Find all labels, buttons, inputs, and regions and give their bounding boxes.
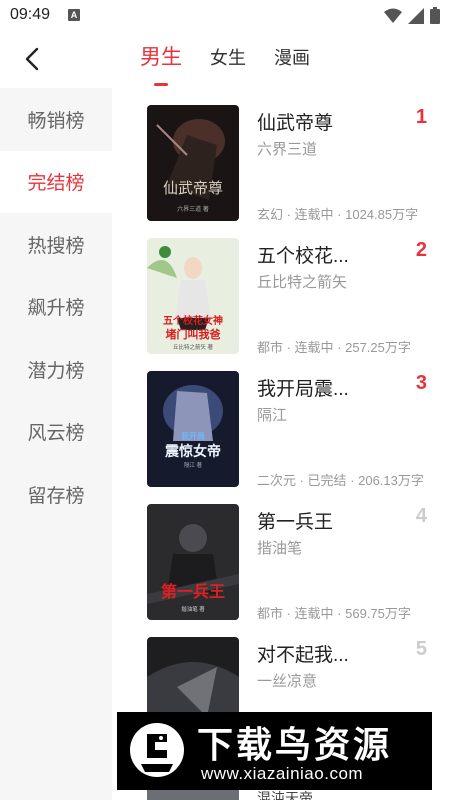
book-list: 仙武帝尊 六界三道 著 仙武帝尊 六界三道 玄幻 · 连载中 · 1024.85… [112, 88, 450, 800]
rank-number: 2 [415, 239, 427, 261]
system-icons [384, 7, 440, 24]
back-arrow-icon[interactable] [18, 44, 48, 74]
next-book-cover[interactable] [147, 790, 239, 800]
watermark-url: www.xiazainiao.com [201, 764, 364, 783]
tab-male[interactable]: 男生 [140, 44, 182, 86]
book-item[interactable]: 我开局 震惊女帝 隔江 著 我开局震... 隔江 二次元 · 已完结 · 206… [112, 354, 450, 488]
book-author: 六界三道 [257, 141, 318, 158]
cover-title-text: 五个校花女神 [163, 314, 223, 327]
bird-logo-icon [130, 723, 184, 777]
cover-title-text: 我开局 [181, 431, 205, 441]
book-item[interactable]: 第一兵王 揩油笔 著 第一兵王 揩油笔 都市 · 连载中 · 569.75万字 … [112, 487, 450, 621]
book-cover[interactable]: 五个校花女神 堵门叫我爸 丘比特之箭矢 著 [147, 238, 239, 354]
cover-author-text: 揩油笔 著 [181, 605, 205, 613]
notification-a-icon: A [68, 9, 80, 21]
cover-title-text-2: 震惊女帝 [164, 443, 221, 460]
sidebar-item-retention[interactable]: 留存榜 [0, 463, 112, 526]
rank-number: 4 [415, 505, 427, 527]
book-author: 揩油笔 [257, 540, 303, 557]
watermark-title: 下载鸟资源 [197, 724, 393, 765]
book-author: 隔江 [257, 407, 288, 424]
sidebar-item-bestseller[interactable]: 畅销榜 [0, 88, 112, 151]
sidebar-item-hot-search[interactable]: 热搜榜 [0, 213, 112, 276]
status-bar: 09:49 A [0, 0, 450, 32]
cover-author-text: 六界三道 著 [177, 205, 209, 213]
cover-title-text: 仙武帝尊 [163, 180, 223, 197]
book-title: 仙武帝尊 [257, 113, 334, 134]
book-cover[interactable]: 第一兵王 揩油笔 著 [147, 504, 239, 620]
cover-title-text-2: 堵门叫我爸 [166, 327, 221, 341]
rank-number: 1 [415, 106, 427, 128]
book-item[interactable]: 五个校花女神 堵门叫我爸 丘比特之箭矢 著 五个校花... 丘比特之箭矢 都市 … [112, 221, 450, 355]
cover-author-text: 隔江 著 [184, 461, 203, 469]
book-title: 我开局震... [257, 379, 349, 400]
cover-author-text: 丘比特之箭矢 著 [173, 343, 214, 351]
top-header: 男生 女生 漫画 [0, 32, 450, 88]
status-time: 09:49 [10, 6, 51, 23]
rank-number: 5 [415, 638, 427, 660]
signal-icon [408, 7, 424, 24]
tab-comic[interactable]: 漫画 [274, 44, 310, 72]
ranking-sidebar: 畅销榜 完结榜 热搜榜 飙升榜 潜力榜 风云榜 留存榜 [0, 88, 112, 800]
sidebar-item-potential[interactable]: 潜力榜 [0, 338, 112, 401]
sidebar-item-completed[interactable]: 完结榜 [0, 150, 112, 213]
sidebar-item-rising[interactable]: 飙升榜 [0, 276, 112, 339]
sidebar-item-fengyun[interactable]: 风云榜 [0, 401, 112, 464]
book-cover[interactable]: 我开局 震惊女帝 隔江 著 [147, 371, 239, 487]
book-item[interactable]: 仙武帝尊 六界三道 著 仙武帝尊 六界三道 玄幻 · 连载中 · 1024.85… [112, 88, 450, 222]
wifi-icon [384, 8, 402, 23]
book-author: 丘比特之箭矢 [257, 274, 348, 291]
battery-icon [430, 7, 440, 24]
rank-number: 3 [415, 372, 427, 394]
book-title: 第一兵王 [257, 512, 334, 533]
cover-title-text: 第一兵王 [161, 582, 225, 601]
book-author: 一丝凉意 [257, 673, 318, 690]
book-cover[interactable]: 仙武帝尊 六界三道 著 [147, 105, 239, 221]
gender-tabs: 男生 女生 漫画 [140, 44, 338, 86]
tab-female[interactable]: 女生 [210, 44, 246, 72]
watermark-banner: 下载鸟资源 www.xiazainiao.com [117, 712, 432, 790]
book-title: 五个校花... [257, 246, 349, 267]
book-title: 对不起我... [257, 645, 349, 666]
